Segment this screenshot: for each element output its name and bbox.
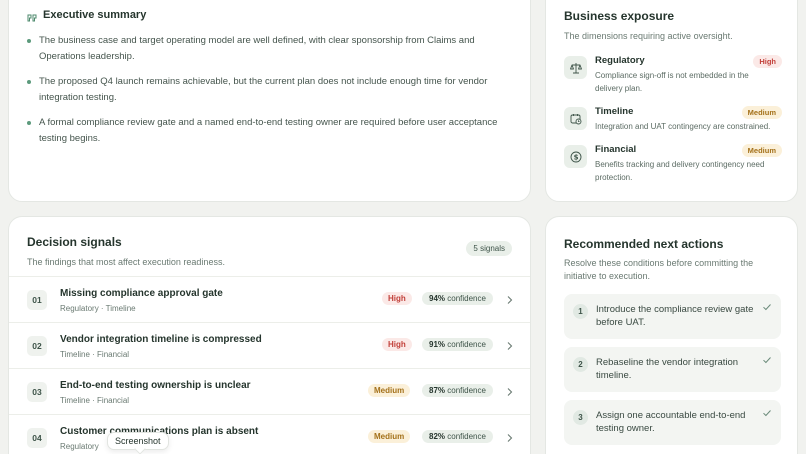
signal-row[interactable]: 04 Customer communications plan is absen…	[9, 414, 530, 454]
signal-title: Missing compliance approval gate	[60, 288, 223, 299]
severity-badge: High	[382, 292, 412, 305]
scale-icon	[564, 56, 587, 79]
signals-count-badge: 5 signals	[466, 241, 512, 256]
confidence-label: confidence	[447, 432, 486, 441]
svg-text:$: $	[573, 153, 578, 161]
executive-summary-card: Executive summary The business case and …	[8, 0, 531, 202]
confidence-badge: 94% confidence	[422, 292, 493, 305]
dollar-icon: $	[564, 145, 587, 168]
summary-bullet-list: The business case and target operating m…	[27, 33, 507, 156]
severity-badge: Medium	[368, 430, 411, 443]
exposure-item-regulatory: Regulatory High Compliance sign-off is n…	[564, 55, 782, 95]
signals-list: 01 Missing compliance approval gate Regu…	[9, 276, 530, 454]
signal-tags: Timeline · Financial	[60, 350, 130, 359]
summary-bullet: A formal compliance review gate and a na…	[27, 115, 507, 146]
confidence-badge: 82% confidence	[422, 430, 493, 443]
action-text: Rebaseline the vendor integration timeli…	[596, 357, 739, 381]
confidence-label: confidence	[447, 294, 486, 303]
chevron-right-icon[interactable]	[506, 341, 514, 351]
decision-signals-title: Decision signals	[27, 235, 122, 249]
action-item[interactable]: 2 Rebaseline the vendor integration time…	[564, 347, 781, 392]
chevron-right-icon[interactable]	[506, 295, 514, 305]
quote-icon	[27, 10, 37, 22]
business-exposure-card: Business exposure The dimensions requiri…	[545, 0, 798, 202]
action-text: Introduce the compliance review gate bef…	[596, 304, 754, 328]
severity-badge: Medium	[741, 144, 782, 157]
confidence-value: 87%	[429, 386, 446, 395]
executive-summary-title: Executive summary	[43, 9, 147, 21]
signal-tags: Regulatory · Timeline	[60, 304, 136, 313]
signal-row[interactable]: 01 Missing compliance approval gate Regu…	[9, 276, 530, 322]
confidence-badge: 87% confidence	[422, 384, 493, 397]
check-icon	[763, 410, 771, 417]
signal-row[interactable]: 03 End-to-end testing ownership is uncle…	[9, 368, 530, 414]
confidence-value: 94%	[429, 294, 446, 303]
signal-number: 03	[27, 382, 47, 402]
signal-tags: Regulatory	[60, 442, 99, 451]
check-icon	[763, 304, 771, 311]
signal-title: Vendor integration timeline is compresse…	[60, 334, 262, 345]
action-item[interactable]: 3 Assign one accountable end-to-end test…	[564, 400, 781, 445]
signal-row[interactable]: 02 Vendor integration timeline is compre…	[9, 322, 530, 368]
decision-signals-subtitle: The findings that most affect execution …	[27, 257, 225, 267]
summary-bullet: The business case and target operating m…	[27, 33, 507, 64]
confidence-label: confidence	[447, 386, 486, 395]
chevron-right-icon[interactable]	[506, 433, 514, 443]
exposure-description: Integration and UAT contingency are cons…	[595, 122, 771, 131]
recommended-actions-subtitle: Resolve these conditions before committi…	[564, 258, 754, 281]
actions-list: 1 Introduce the compliance review gate b…	[564, 294, 781, 453]
signal-number: 04	[27, 428, 47, 448]
signal-number: 02	[27, 336, 47, 356]
confidence-badge: 91% confidence	[422, 338, 493, 351]
severity-badge: High	[753, 55, 782, 68]
exposure-description: Compliance sign-off is not embedded in t…	[595, 71, 749, 93]
action-item[interactable]: 1 Introduce the compliance review gate b…	[564, 294, 781, 339]
exposure-item-timeline: Timeline Medium Integration and UAT cont…	[564, 106, 782, 133]
severity-badge: Medium	[741, 106, 782, 119]
confidence-value: 82%	[429, 432, 446, 441]
summary-bullet: The proposed Q4 launch remains achievabl…	[27, 74, 507, 105]
chevron-right-icon[interactable]	[506, 387, 514, 397]
signal-number: 01	[27, 290, 47, 310]
calendar-clock-icon	[564, 107, 587, 130]
action-number: 2	[573, 357, 588, 372]
action-text: Assign one accountable end-to-end testin…	[596, 410, 746, 434]
recommended-actions-title: Recommended next actions	[564, 237, 724, 251]
confidence-label: confidence	[447, 340, 486, 349]
action-number: 3	[573, 410, 588, 425]
signal-title: End-to-end testing ownership is unclear	[60, 380, 251, 391]
confidence-value: 91%	[429, 340, 446, 349]
business-exposure-subtitle: The dimensions requiring active oversigh…	[564, 31, 733, 41]
executive-summary-header: Executive summary	[27, 9, 147, 22]
severity-badge: Medium	[368, 384, 411, 397]
business-exposure-title: Business exposure	[564, 9, 675, 23]
severity-badge: High	[382, 338, 412, 351]
action-number: 1	[573, 304, 588, 319]
exposure-list: Regulatory High Compliance sign-off is n…	[564, 55, 782, 195]
exposure-description: Benefits tracking and delivery contingen…	[595, 160, 765, 182]
exposure-item-financial: $ Financial Medium Benefits tracking and…	[564, 144, 782, 184]
check-icon	[763, 357, 771, 364]
screenshot-tooltip: Screenshot	[107, 432, 169, 450]
recommended-actions-card: Recommended next actions Resolve these c…	[545, 216, 798, 454]
signal-tags: Timeline · Financial	[60, 396, 130, 405]
decision-signals-card: Decision signals The findings that most …	[8, 216, 531, 454]
